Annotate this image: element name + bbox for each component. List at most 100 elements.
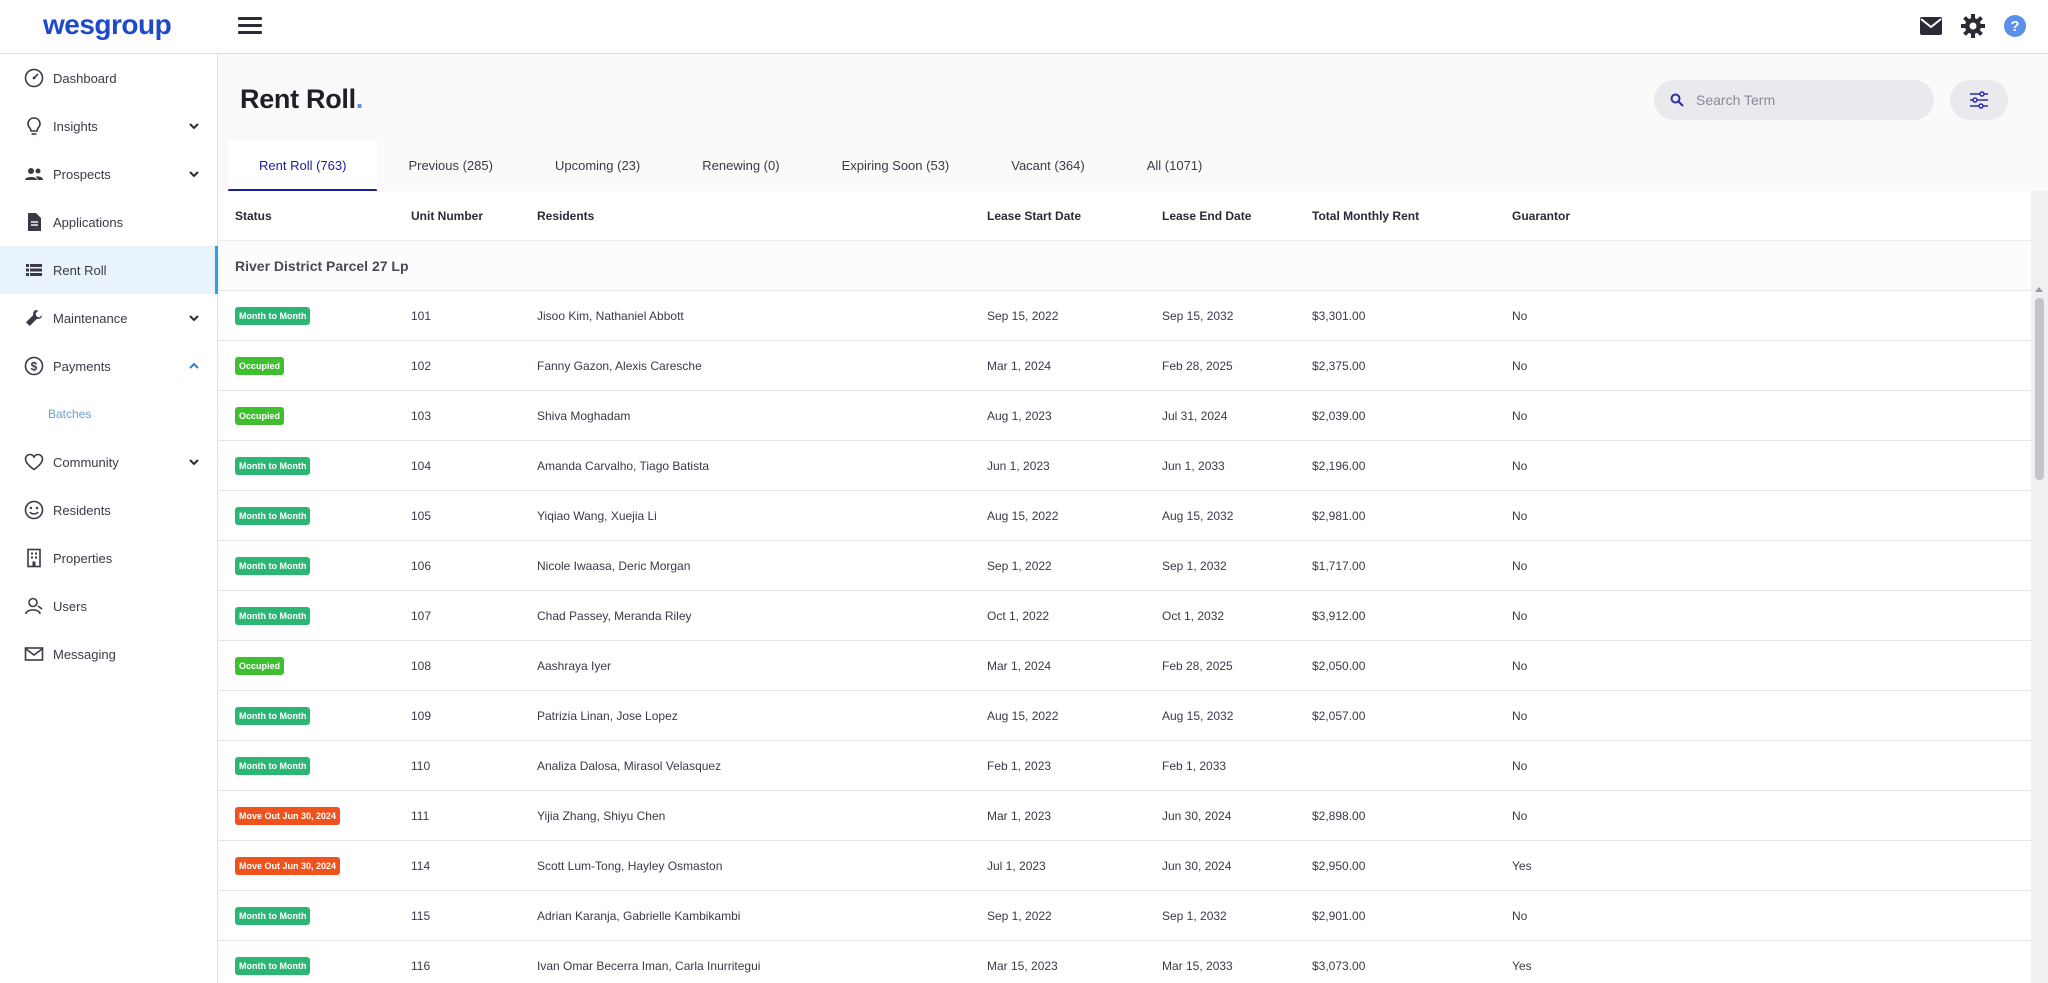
status-cell: Month to Month bbox=[219, 506, 411, 525]
lease-end-cell: Oct 1, 2032 bbox=[1162, 608, 1225, 623]
guarantor-cell: Yes bbox=[1512, 958, 1532, 973]
table-row[interactable]: Move Out Jun 30, 2024 111 Yijia Zhang, Shi… bbox=[219, 791, 2031, 841]
scroll-up-arrow-icon[interactable] bbox=[2035, 287, 2043, 292]
sidebar-item-prospects[interactable]: Prospects bbox=[0, 150, 217, 198]
table-row[interactable]: Occupied 102 Fanny Gazon, Alexis Caresche M… bbox=[219, 341, 2031, 391]
tab-all[interactable]: All (1071) bbox=[1116, 140, 1234, 190]
sidebar-item-messaging[interactable]: Messaging bbox=[0, 630, 217, 678]
table-row[interactable]: Month to Month 110 Analiza Dalosa, Mirasol… bbox=[219, 741, 2031, 791]
column-header-unit-number[interactable]: Unit Number bbox=[411, 209, 537, 223]
status-cell: Month to Month bbox=[219, 456, 411, 475]
lease-end-cell: Jun 30, 2024 bbox=[1162, 858, 1232, 873]
table-row[interactable]: Occupied 103 Shiva Moghadam Aug 1, 2023 Jul … bbox=[219, 391, 2031, 441]
monthly-rent-cell: $2,039.00 bbox=[1312, 408, 1366, 423]
status-cell: Month to Month bbox=[219, 606, 411, 625]
column-header-lease-end[interactable]: Lease End Date bbox=[1162, 209, 1312, 223]
sidebar-item-label: Dashboard bbox=[53, 70, 117, 86]
tab-renewing[interactable]: Renewing (0) bbox=[671, 140, 810, 190]
chevron-up-icon[interactable] bbox=[187, 359, 201, 373]
chevron-down-icon[interactable] bbox=[187, 455, 201, 469]
lease-start-cell: Mar 15, 2023 bbox=[987, 958, 1058, 973]
table-row[interactable]: Month to Month 106 Nicole Iwaasa, Deric Mo… bbox=[219, 541, 2031, 591]
wesgroup-logo[interactable]: wesgroup bbox=[43, 9, 172, 41]
lease-end-cell: Jun 1, 2033 bbox=[1162, 458, 1225, 473]
status-badge: Occupied bbox=[235, 406, 285, 425]
chevron-down-icon[interactable] bbox=[187, 167, 201, 181]
chevron-down-icon[interactable] bbox=[187, 311, 201, 325]
status-cell: Month to Month bbox=[219, 956, 411, 975]
status-badge: Month to Month bbox=[235, 606, 311, 625]
lease-start-cell: Mar 1, 2024 bbox=[987, 658, 1052, 673]
page-title: Rent Roll. bbox=[240, 84, 363, 114]
table-row[interactable]: Month to Month 115 Adrian Karanja, Gabriel… bbox=[219, 891, 2031, 941]
residents-cell: Amanda Carvalho, Tiago Batista bbox=[537, 458, 710, 473]
table-scrollbar[interactable] bbox=[2031, 191, 2048, 983]
main-content: Rent Roll. Rent Roll (763) Previous (285… bbox=[219, 54, 2048, 983]
tab-vacant[interactable]: Vacant (364) bbox=[980, 140, 1115, 190]
status-badge: Month to Month bbox=[235, 906, 311, 925]
building-icon bbox=[24, 548, 44, 568]
unit-number-cell: 103 bbox=[411, 408, 432, 423]
table-row[interactable]: Month to Month 109 Patrizia Linan, Jose Lo… bbox=[219, 691, 2031, 741]
table-row[interactable]: Month to Month 101 Jisoo Kim, Nathaniel Ab… bbox=[219, 291, 2031, 341]
guarantor-cell: No bbox=[1512, 658, 1528, 673]
lease-start-cell: Aug 15, 2022 bbox=[987, 508, 1059, 523]
table-row[interactable]: Month to Month 107 Chad Passey, Meranda Ri… bbox=[219, 591, 2031, 641]
tab-previous[interactable]: Previous (285) bbox=[377, 140, 524, 190]
guarantor-cell: Yes bbox=[1512, 858, 1532, 873]
residents-cell: Analiza Dalosa, Mirasol Velasquez bbox=[537, 758, 722, 773]
sidebar-item-applications[interactable]: Applications bbox=[0, 198, 217, 246]
sidebar-item-label: Residents bbox=[53, 502, 111, 518]
monthly-rent-cell: $3,301.00 bbox=[1312, 308, 1366, 323]
sidebar-item-maintenance[interactable]: Maintenance bbox=[0, 294, 217, 342]
tab-upcoming[interactable]: Upcoming (23) bbox=[524, 140, 671, 190]
search-input[interactable] bbox=[1696, 92, 1916, 108]
column-header-lease-start[interactable]: Lease Start Date bbox=[987, 209, 1162, 223]
column-header-total-monthly-rent[interactable]: Total Monthly Rent bbox=[1312, 209, 1512, 223]
sidebar: Dashboard Insights Prospects Application… bbox=[0, 54, 218, 983]
search-box[interactable] bbox=[1654, 80, 1934, 120]
table-row[interactable]: Occupied 108 Aashraya Iyer Mar 1, 2024 Feb 2… bbox=[219, 641, 2031, 691]
residents-cell: Shiva Moghadam bbox=[537, 408, 631, 423]
dollar-icon: $ bbox=[24, 356, 44, 376]
column-header-status[interactable]: Status bbox=[219, 209, 411, 223]
sidebar-item-insights[interactable]: Insights bbox=[0, 102, 217, 150]
table-row[interactable]: Move Out Jun 30, 2024 114 Scott Lum-Tong, … bbox=[219, 841, 2031, 891]
gear-icon[interactable] bbox=[1960, 13, 1986, 39]
sidebar-item-payments[interactable]: $ Payments bbox=[0, 342, 217, 390]
sidebar-item-dashboard[interactable]: Dashboard bbox=[0, 54, 217, 102]
tab-rent-roll[interactable]: Rent Roll (763) bbox=[228, 140, 378, 192]
lease-end-cell: Sep 15, 2032 bbox=[1162, 308, 1234, 323]
mail-icon[interactable] bbox=[1918, 13, 1944, 39]
sidebar-item-users[interactable]: Users bbox=[0, 582, 217, 630]
lease-start-cell: Mar 1, 2023 bbox=[987, 808, 1052, 823]
chevron-down-icon[interactable] bbox=[187, 119, 201, 133]
unit-number-cell: 105 bbox=[411, 508, 432, 523]
guarantor-cell: No bbox=[1512, 308, 1528, 323]
unit-number-cell: 110 bbox=[411, 758, 431, 773]
guarantor-cell: No bbox=[1512, 708, 1528, 723]
sidebar-subitem-batches[interactable]: Batches bbox=[0, 390, 217, 438]
tab-expiring-soon[interactable]: Expiring Soon (53) bbox=[811, 140, 981, 190]
sidebar-item-properties[interactable]: Properties bbox=[0, 534, 217, 582]
help-icon[interactable]: ? bbox=[2002, 13, 2028, 39]
hamburger-menu-icon[interactable] bbox=[236, 12, 264, 40]
lease-end-cell: Sep 1, 2032 bbox=[1162, 558, 1227, 573]
guarantor-cell: No bbox=[1512, 558, 1528, 573]
scroll-thumb[interactable] bbox=[2035, 298, 2044, 480]
table-row[interactable]: Month to Month 105 Yiqiao Wang, Xuejia Li A… bbox=[219, 491, 2031, 541]
status-cell: Move Out Jun 30, 2024 bbox=[219, 856, 411, 875]
sidebar-item-residents[interactable]: Residents bbox=[0, 486, 217, 534]
guarantor-cell: No bbox=[1512, 808, 1528, 823]
unit-number-cell: 108 bbox=[411, 658, 432, 673]
sidebar-item-rent-roll[interactable]: Rent Roll bbox=[0, 246, 218, 294]
lease-start-cell: Feb 1, 2023 bbox=[987, 758, 1052, 773]
table-row[interactable]: Month to Month 104 Amanda Carvalho, Tiago … bbox=[219, 441, 2031, 491]
column-header-guarantor[interactable]: Guarantor bbox=[1512, 209, 1712, 223]
column-header-residents[interactable]: Residents bbox=[537, 209, 987, 223]
monthly-rent-cell: $2,950.00 bbox=[1312, 858, 1366, 873]
sidebar-item-community[interactable]: Community bbox=[0, 438, 217, 486]
filter-button[interactable] bbox=[1950, 80, 2008, 120]
residents-cell: Chad Passey, Meranda Riley bbox=[537, 608, 692, 623]
table-row[interactable]: Month to Month 116 Ivan Omar Becerra Iman,… bbox=[219, 941, 2031, 983]
